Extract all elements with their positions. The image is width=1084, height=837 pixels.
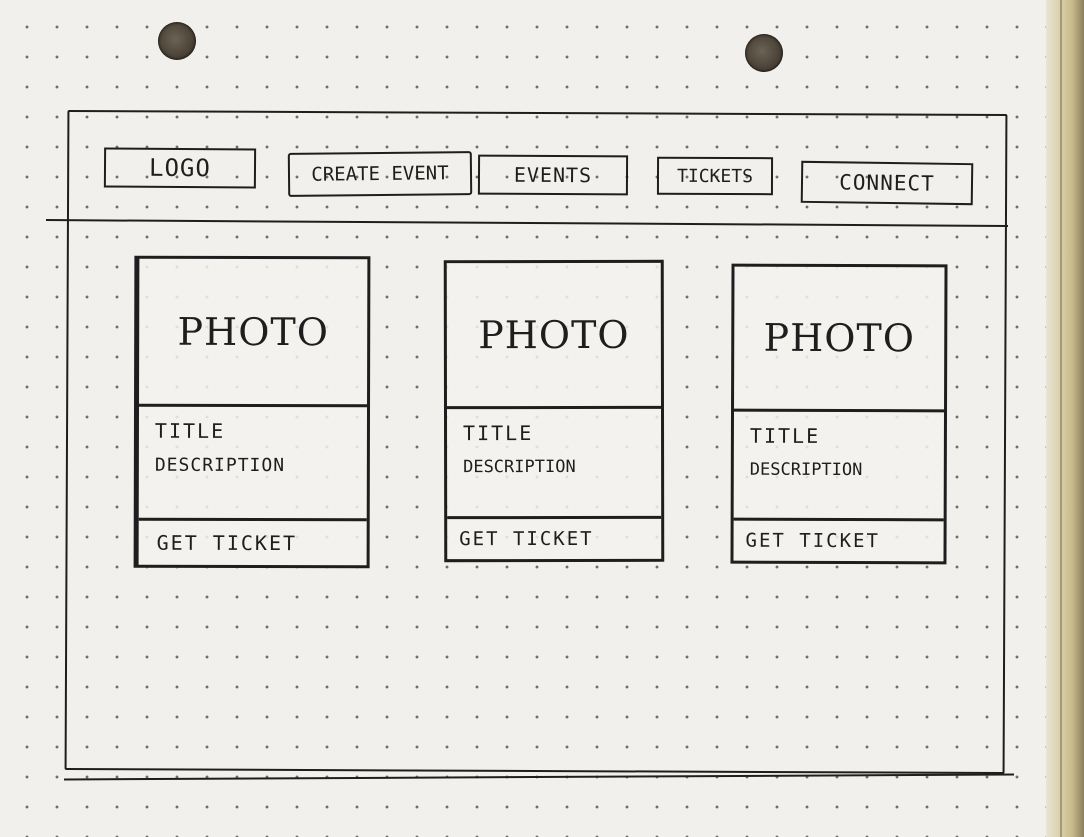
footer-line	[64, 773, 1014, 781]
event-photo-placeholder: PHOTO	[139, 258, 368, 408]
get-ticket-button[interactable]: GET TICKET	[139, 521, 367, 566]
event-title: TITLE	[154, 418, 226, 443]
event-title: TITLE	[463, 421, 534, 446]
event-description: DESCRIPTION	[463, 456, 576, 478]
nav-create-event-button[interactable]: CREATE EVENT	[287, 151, 473, 197]
nav-connect-button[interactable]: CONNECT	[800, 160, 974, 206]
paper-edge	[1046, 0, 1084, 837]
event-description: DESCRIPTION	[749, 459, 863, 481]
paper-edge-line	[1060, 0, 1062, 837]
event-title: TITLE	[749, 423, 821, 448]
event-card: PHOTO TITLE DESCRIPTION GET TICKET	[730, 263, 948, 565]
event-description: DESCRIPTION	[154, 454, 286, 477]
nav-events-button[interactable]: EVENTS	[477, 154, 629, 196]
event-card-body: TITLE DESCRIPTION	[446, 408, 662, 520]
binder-hole-right	[745, 34, 783, 72]
event-card-body: TITLE DESCRIPTION	[138, 406, 368, 522]
event-photo-placeholder: PHOTO	[734, 266, 945, 413]
event-card: PHOTO TITLE DESCRIPTION GET TICKET	[443, 259, 665, 563]
event-card-body: TITLE DESCRIPTION	[733, 411, 945, 522]
get-ticket-button[interactable]: GET TICKET	[447, 519, 661, 559]
event-card: PHOTO TITLE DESCRIPTION GET TICKET	[133, 255, 371, 569]
logo[interactable]: LOGO	[103, 147, 257, 189]
nav-tickets-button[interactable]: TICKETS	[656, 156, 774, 196]
binder-hole-left	[158, 22, 196, 60]
get-ticket-button[interactable]: GET TICKET	[733, 521, 943, 562]
event-photo-placeholder: PHOTO	[446, 262, 661, 410]
